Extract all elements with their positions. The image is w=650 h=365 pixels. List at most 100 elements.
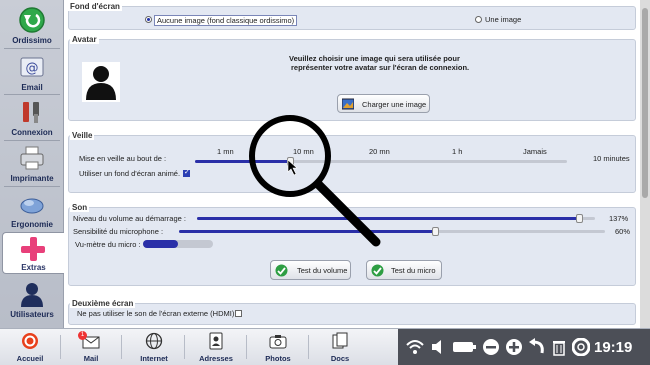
animated-wallpaper-label: Utiliser un fond d'écran animé. [79,169,181,178]
settings-panel: Aucune image (fond classique ordissimo) … [64,0,640,328]
load-image-button-label: Charger une image [362,100,427,109]
sidebar-item-label: Imprimante [10,174,54,183]
microphone-label: Sensibilité du microphone : [73,227,164,236]
trash-icon[interactable] [550,338,568,356]
vumeter-bar [143,240,213,248]
test-volume-label: Test du volume [297,266,348,275]
avatar-description-line2: représenter votre avatar sur l'écran de … [291,63,470,72]
vumeter-fill [143,240,178,248]
wallpaper-title: Fond d'écran [68,2,122,11]
taskbar-item-label: Accueil [16,354,44,363]
test-volume-button[interactable]: Test du volume [270,260,351,280]
sleep-section: Mise en veille au bout de : 1 mn 10 mn 2… [68,135,636,193]
sleep-slider-knob[interactable] [287,157,294,166]
sidebar-item-label: Utilisateurs [10,310,54,319]
animated-wallpaper-checkbox[interactable] [183,168,190,177]
globe-icon [145,332,163,350]
system-tray: 19:19 [398,329,650,365]
volume-label: Niveau du volume au démarrage : [73,214,186,223]
taskbar-item-mail[interactable]: 1 Mail [63,331,119,364]
avatar-title: Avatar [70,35,99,44]
help-lifebuoy-icon[interactable] [572,338,590,356]
mail-badge: 1 [78,331,87,340]
sound-title: Son [70,203,90,212]
microphone-slider-fill [179,230,435,233]
sleep-tick: 20 mn [369,147,390,156]
hdmi-sound-checkbox[interactable] [235,310,242,317]
clock: 19:19 [594,339,633,356]
avatar-image [82,62,120,102]
scrollbar-thumb[interactable] [642,8,648,198]
ordissimo-logo-icon [22,333,38,349]
documents-icon [332,332,348,349]
radio-image[interactable] [475,16,482,23]
microphone-value: 60% [615,227,631,236]
test-micro-label: Test du micro [391,266,436,275]
volume-slider-knob[interactable] [576,214,584,223]
user-icon [21,283,43,307]
test-micro-button[interactable]: Test du micro [366,260,442,280]
speaker-icon[interactable] [430,338,448,356]
tools-icon [23,102,39,123]
taskbar-item-adresses[interactable]: Adresses [188,331,244,364]
check-icon [275,264,288,277]
sidebar-item-ergonomie[interactable]: Ergonomie [2,188,62,230]
wifi-icon[interactable] [406,338,424,356]
zoom-in-icon[interactable] [505,338,523,356]
camera-icon [269,335,287,349]
taskbar-item-internet[interactable]: Internet [126,331,182,364]
sidebar-item-ordissimo[interactable]: Ordissimo [2,4,62,46]
sidebar-item-label: Email [21,83,43,92]
microphone-slider[interactable] [179,227,605,236]
sidebar-item-email[interactable]: @ Email [2,51,62,93]
zoom-out-icon[interactable] [482,338,500,356]
taskbar-item-label: Docs [330,354,350,363]
option-no-image-label[interactable]: Aucune image (fond classique ordissimo) [154,15,298,26]
undo-icon[interactable] [528,338,546,356]
svg-text:@: @ [26,61,39,76]
email-icon: @ [20,57,44,77]
picture-icon [342,98,354,110]
sleep-label: Mise en veille au bout de : [79,154,167,163]
sidebar-item-label: Connexion [11,128,53,137]
sleep-tick: 10 mn [293,147,314,156]
sidebar-item-label: Ergonomie [11,220,53,229]
volume-slider-fill [197,217,580,220]
address-book-icon [209,332,223,350]
back-arrow-icon [19,7,45,33]
sidebar-item-imprimante[interactable]: Imprimante [2,142,62,184]
sidebar-item-label: Ordissimo [12,36,52,45]
hdmi-sound-label: Ne pas utiliser le son de l'écran extern… [77,309,235,318]
sidebar-item-connexion[interactable]: Connexion [2,96,62,138]
sleep-slider[interactable] [195,157,567,166]
load-image-button[interactable]: Charger une image [337,94,430,113]
taskbar-item-accueil[interactable]: Accueil [2,331,58,364]
taskbar-item-label: Photos [265,354,291,363]
sidebar-item-utilisateurs[interactable]: Utilisateurs [2,278,62,320]
taskbar-item-docs[interactable]: Docs [312,331,368,364]
sleep-slider-fill [195,160,289,163]
plus-icon [21,237,45,261]
battery-icon[interactable] [452,338,478,356]
scrollbar[interactable] [640,0,650,328]
sound-section: Niveau du volume au démarrage : 137% Sen… [68,207,636,286]
sidebar-item-extras[interactable]: Extras [2,232,64,274]
taskbar-item-label: Adresses [199,354,233,363]
option-image-label[interactable]: Une image [485,15,521,24]
second-screen-title: Deuxième écran [70,299,136,308]
taskbar-item-photos[interactable]: Photos [250,331,306,364]
sleep-value: 10 minutes [593,154,630,163]
avatar-section: Veuillez choisir une image qui sera util… [68,39,636,121]
wallpaper-section: Aucune image (fond classique ordissimo) … [68,6,636,30]
taskbar-item-label: Mail [83,354,99,363]
sidebar: Ordissimo @ Email Connexion Imprimante E… [0,0,64,328]
second-screen-section: Ne pas utiliser le son de l'écran extern… [68,303,636,325]
ergonomy-icon [20,198,44,214]
sleep-tick: 1 mn [217,147,234,156]
radio-no-image[interactable] [145,16,152,23]
microphone-slider-knob[interactable] [431,227,439,236]
taskbar: Accueil 1 Mail Internet Adresses Photos … [0,328,650,365]
volume-slider[interactable] [197,214,595,223]
sleep-tick: Jamais [523,147,547,156]
sidebar-item-label: Extras [21,263,46,272]
